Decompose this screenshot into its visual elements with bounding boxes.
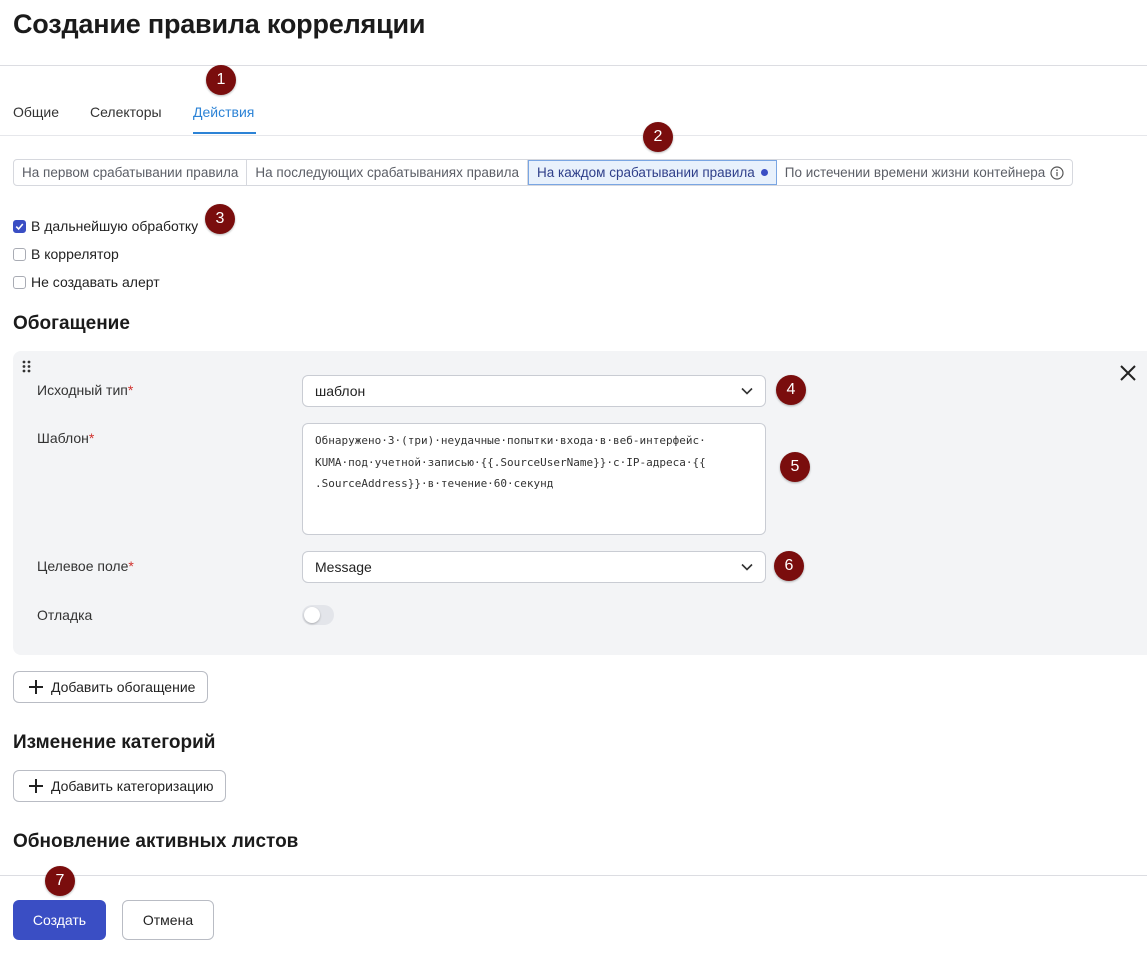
- callout-marker-5: 5: [780, 452, 810, 482]
- tab-bar: Общие Селекторы Действия: [0, 94, 1147, 136]
- tab-selectors[interactable]: Селекторы: [90, 104, 162, 120]
- cancel-button[interactable]: Отмена: [122, 900, 214, 940]
- trigger-mode-first[interactable]: На первом срабатывании правила: [14, 160, 248, 185]
- close-icon[interactable]: [1119, 364, 1137, 382]
- source-type-label: Исходный тип*: [37, 382, 133, 398]
- callout-marker-6: 6: [774, 551, 804, 581]
- option-correlator-label: В коррелятор: [31, 246, 119, 262]
- trigger-mode-first-label: На первом срабатывании правила: [22, 165, 239, 180]
- chevron-down-icon: [741, 387, 753, 395]
- drag-handle-icon[interactable]: [22, 360, 31, 373]
- template-label: Шаблон*: [37, 430, 94, 446]
- checkbox-icon[interactable]: [13, 275, 26, 289]
- callout-marker-3: 3: [205, 204, 235, 234]
- chevron-down-icon: [741, 563, 753, 571]
- trigger-mode-every[interactable]: На каждом срабатывании правила: [528, 160, 777, 185]
- create-button[interactable]: Создать: [13, 900, 106, 940]
- option-further-processing-label: В дальнейшую обработку: [31, 218, 199, 234]
- required-mark: *: [128, 558, 134, 574]
- add-categorization-button[interactable]: Добавить категоризацию: [13, 770, 227, 802]
- trigger-mode-timeout[interactable]: По истечении времени жизни контейнера: [777, 160, 1072, 185]
- trigger-mode-subsequent[interactable]: На последующих срабатываниях правила: [247, 160, 529, 185]
- source-type-select[interactable]: шаблон: [302, 375, 766, 407]
- option-no-alert[interactable]: Не создавать алерт: [13, 268, 198, 296]
- active-tab-indicator: [193, 132, 256, 134]
- target-field-select[interactable]: Message: [302, 551, 766, 583]
- template-textarea[interactable]: Обнаружено·3·(три)·неудачные·попытки·вхо…: [302, 423, 766, 535]
- trigger-mode-every-label: На каждом срабатывании правила: [537, 165, 755, 180]
- source-type-value: шаблон: [315, 383, 366, 399]
- categories-section-title: Изменение категорий: [13, 732, 216, 753]
- trigger-mode-timeout-label: По истечении времени жизни контейнера: [784, 165, 1046, 180]
- action-options: В дальнейшую обработку В коррелятор Не с…: [13, 212, 198, 296]
- option-correlator[interactable]: В коррелятор: [13, 240, 198, 268]
- header-divider: [0, 65, 1147, 66]
- required-mark: *: [127, 382, 134, 398]
- callout-marker-1: 1: [206, 65, 236, 95]
- callout-marker-7: 7: [45, 866, 75, 896]
- source-type-label-text: Исходный тип: [37, 382, 128, 398]
- checkbox-icon[interactable]: [13, 247, 26, 261]
- tab-general[interactable]: Общие: [13, 104, 59, 120]
- checkbox-checked-icon[interactable]: [13, 219, 26, 233]
- target-field-label-text: Целевое поле: [37, 558, 129, 574]
- tab-actions[interactable]: Действия: [193, 104, 254, 120]
- debug-toggle[interactable]: [302, 605, 334, 625]
- target-field-label: Целевое поле*: [37, 558, 134, 574]
- callout-marker-4: 4: [776, 375, 806, 405]
- trigger-mode-selector: На первом срабатывании правила На послед…: [13, 159, 1074, 186]
- trigger-mode-subsequent-label: На последующих срабатываниях правила: [255, 165, 520, 180]
- callout-marker-2: 2: [643, 122, 673, 152]
- option-further-processing[interactable]: В дальнейшую обработку: [13, 212, 198, 240]
- enrichment-section-title: Обогащение: [13, 313, 130, 334]
- plus-icon: [29, 680, 43, 694]
- modified-dot-icon: [760, 169, 768, 176]
- required-mark: *: [88, 430, 95, 446]
- add-enrichment-label: Добавить обогащение: [51, 679, 196, 695]
- toggle-knob: [304, 607, 320, 623]
- target-field-value: Message: [315, 559, 372, 575]
- page-title: Создание правила корреляции: [13, 9, 426, 39]
- footer-divider: [0, 875, 1147, 876]
- plus-icon: [29, 779, 43, 793]
- debug-label: Отладка: [37, 607, 93, 623]
- template-label-text: Шаблон: [37, 430, 89, 446]
- add-enrichment-button[interactable]: Добавить обогащение: [13, 671, 209, 703]
- enrichment-card: Исходный тип* шаблон Шаблон* Обнаружено·…: [13, 351, 1147, 655]
- option-no-alert-label: Не создавать алерт: [31, 274, 160, 290]
- add-categorization-label: Добавить категоризацию: [51, 778, 214, 794]
- active-lists-section-title: Обновление активных листов: [13, 831, 299, 852]
- info-icon[interactable]: [1050, 165, 1064, 180]
